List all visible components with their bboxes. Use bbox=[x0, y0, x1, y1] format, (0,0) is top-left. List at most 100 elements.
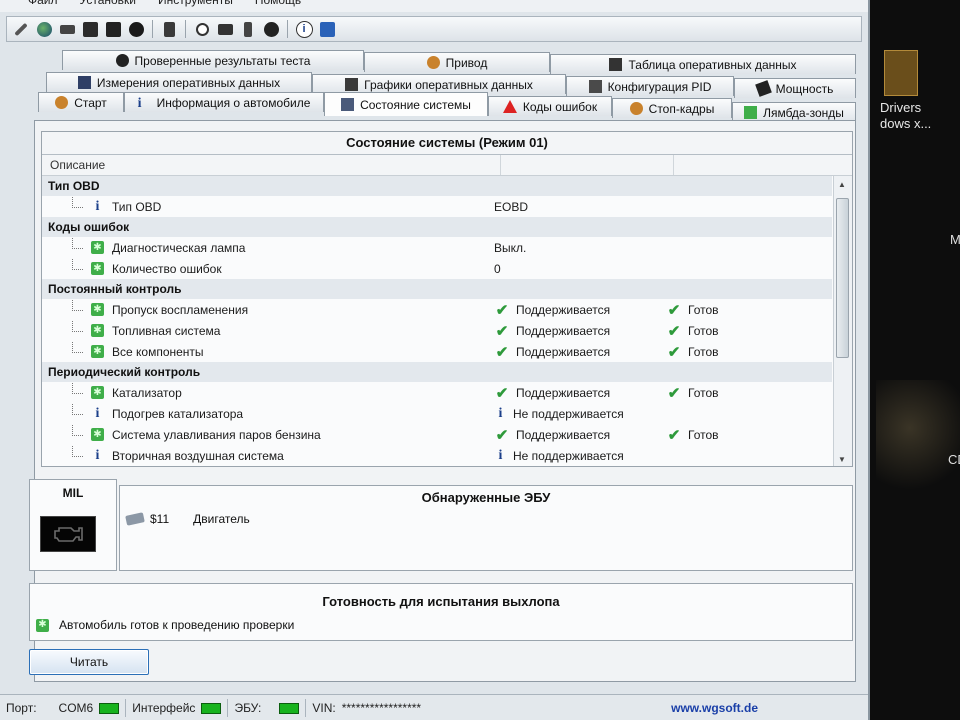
row-description: ✱ Все компоненты bbox=[42, 342, 494, 359]
status-rows: Тип OBD i Тип OBD EOBD Коды ошибок ✱ Диагности… bbox=[42, 176, 832, 466]
tree-line bbox=[72, 197, 83, 208]
clipboard-icon[interactable] bbox=[159, 19, 179, 39]
value-text: Выкл. bbox=[494, 240, 527, 255]
desktop-icon-label[interactable]: Drivers dows x... bbox=[880, 100, 931, 132]
tab-power[interactable]: Мощность bbox=[734, 78, 856, 98]
table-row[interactable]: ✱ Пропуск воспламенения ✔ Поддерживается ✔ Го… bbox=[42, 299, 832, 320]
ecu-list-item[interactable]: $11 Двигатель bbox=[125, 512, 250, 526]
tab-start[interactable]: Старт bbox=[38, 92, 124, 112]
terminal-icon[interactable] bbox=[215, 19, 235, 39]
tab-error-codes[interactable]: Коды ошибок bbox=[488, 96, 612, 116]
row-description: ✱ Топливная система bbox=[42, 321, 494, 338]
check-icon: ✔ bbox=[495, 301, 509, 319]
interface-label: Интерфейс bbox=[132, 701, 196, 715]
ecu-name: Двигатель bbox=[193, 512, 250, 526]
tab-lambda[interactable]: Лямбда-зонды bbox=[732, 102, 856, 122]
freeze-frame-icon bbox=[629, 102, 643, 115]
exit-icon[interactable] bbox=[317, 19, 337, 39]
group-header: Постоянный контроль bbox=[42, 279, 832, 299]
gear-icon[interactable] bbox=[126, 19, 146, 39]
scroll-down-icon[interactable]: ▼ bbox=[838, 455, 846, 464]
table-row[interactable]: i Подогрев катализатора i Не поддерживается bbox=[42, 403, 832, 424]
vertical-scrollbar[interactable]: ▲ ▼ bbox=[833, 176, 852, 466]
tree-line bbox=[72, 342, 83, 353]
tab-test-results[interactable]: Проверенные результаты теста bbox=[62, 50, 364, 70]
monitor-icon[interactable] bbox=[80, 19, 100, 39]
tab-freeze-frames[interactable]: Стоп-кадры bbox=[612, 98, 732, 118]
table-row[interactable]: ✱ Диагностическая лампа Выкл. bbox=[42, 237, 832, 258]
pid-config-icon bbox=[588, 80, 602, 93]
row-ready: ✔ Готов bbox=[666, 384, 816, 402]
detected-ecu-box: Обнаруженные ЭБУ $11 Двигатель bbox=[119, 485, 853, 571]
website-link[interactable]: www.wgsoft.de bbox=[671, 701, 758, 715]
check-icon: ✔ bbox=[495, 343, 509, 361]
row-description: i Тип OBD bbox=[42, 197, 494, 214]
status-ok-icon: ✱ bbox=[91, 262, 104, 275]
row-value: ✔ Поддерживается bbox=[494, 322, 666, 340]
device-icon[interactable] bbox=[238, 19, 258, 39]
ecu-led-icon bbox=[279, 702, 300, 714]
table-row[interactable]: ✱ Количество ошибок 0 bbox=[42, 258, 832, 279]
row-description: i Подогрев катализатора bbox=[42, 404, 494, 421]
row-label: Тип OBD bbox=[112, 199, 162, 214]
menu-help[interactable]: Помощь bbox=[255, 0, 301, 12]
exhaust-message: Автомобиль готов к проведению проверки bbox=[59, 618, 295, 632]
table-row[interactable]: ✱ Катализатор ✔ Поддерживается ✔ Готов bbox=[42, 382, 832, 403]
table-row[interactable]: ✱ Все компоненты ✔ Поддерживается ✔ Готов bbox=[42, 341, 832, 362]
value-text: Не поддерживается bbox=[513, 448, 624, 463]
column-header-row: Описание bbox=[42, 155, 852, 176]
folder-icon[interactable] bbox=[884, 50, 918, 96]
status-ok-icon: ✱ bbox=[91, 345, 104, 358]
tab-live-measurements[interactable]: Измерения оперативных данных bbox=[46, 72, 312, 92]
connect-icon[interactable] bbox=[11, 19, 31, 39]
lambda-icon bbox=[744, 106, 758, 119]
tab-live-graphs[interactable]: Графики оперативных данных bbox=[312, 74, 566, 94]
row-value: i Не поддерживается bbox=[494, 406, 666, 421]
table-icon bbox=[609, 58, 623, 71]
check-icon: ✔ bbox=[667, 426, 681, 444]
status-table: Состояние системы (Режим 01) Описание Ти… bbox=[41, 131, 853, 467]
scroll-up-icon[interactable]: ▲ bbox=[838, 180, 846, 189]
column-header-description[interactable]: Описание bbox=[42, 155, 501, 175]
clock-icon[interactable] bbox=[261, 19, 281, 39]
tab-drive[interactable]: Привод bbox=[364, 52, 550, 72]
info-icon: i bbox=[95, 447, 100, 463]
ready-text: Готов bbox=[688, 302, 719, 317]
menu-file[interactable]: Файл bbox=[28, 0, 58, 12]
tab-vehicle-info[interactable]: i Информация о автомобиле bbox=[124, 92, 324, 112]
column-header-value[interactable] bbox=[501, 155, 674, 175]
info-icon: i bbox=[95, 405, 100, 421]
menu-settings[interactable]: Установки bbox=[80, 0, 136, 12]
read-button[interactable]: Читать bbox=[29, 649, 149, 675]
tree-line bbox=[72, 425, 83, 436]
globe-icon[interactable] bbox=[34, 19, 54, 39]
tree-line bbox=[72, 321, 83, 332]
scrollbar-thumb[interactable] bbox=[836, 198, 849, 358]
car-icon[interactable] bbox=[57, 19, 77, 39]
row-value: ✔ Поддерживается bbox=[494, 343, 666, 361]
value-text: Поддерживается bbox=[516, 323, 611, 338]
table-row[interactable]: ✱ Топливная система ✔ Поддерживается ✔ Готов bbox=[42, 320, 832, 341]
toolbar: i bbox=[6, 16, 862, 42]
start-icon bbox=[55, 96, 69, 109]
menu-tools[interactable]: Инструменты bbox=[158, 0, 233, 12]
tab-system-status[interactable]: Состояние системы bbox=[324, 92, 488, 116]
drive-icon bbox=[426, 56, 440, 69]
value-text: Не поддерживается bbox=[513, 406, 624, 421]
table-row[interactable]: i Вторичная воздушная система i Не поддержи… bbox=[42, 445, 832, 466]
info-icon[interactable]: i bbox=[294, 19, 314, 39]
search-icon[interactable] bbox=[192, 19, 212, 39]
tab-data-table[interactable]: Таблица оперативных данных bbox=[550, 54, 856, 74]
table-row[interactable]: ✱ Система улавливания паров бензина ✔ Подде… bbox=[42, 424, 832, 445]
table-row[interactable]: i Тип OBD EOBD bbox=[42, 196, 832, 217]
row-description: ✱ Система улавливания паров бензина bbox=[42, 425, 494, 442]
desktop-text-m: M bbox=[950, 232, 960, 247]
tab-pid-config[interactable]: Конфигурация PID bbox=[566, 76, 734, 96]
tools-icon[interactable] bbox=[103, 19, 123, 39]
port-value: COM6 bbox=[58, 701, 94, 715]
row-value: ✔ Поддерживается bbox=[494, 426, 666, 444]
row-label: Количество ошибок bbox=[112, 261, 222, 276]
toolbar-separator bbox=[185, 20, 186, 38]
ecu-title: Обнаруженные ЭБУ bbox=[421, 490, 551, 505]
engine-lamp-icon bbox=[40, 516, 96, 552]
